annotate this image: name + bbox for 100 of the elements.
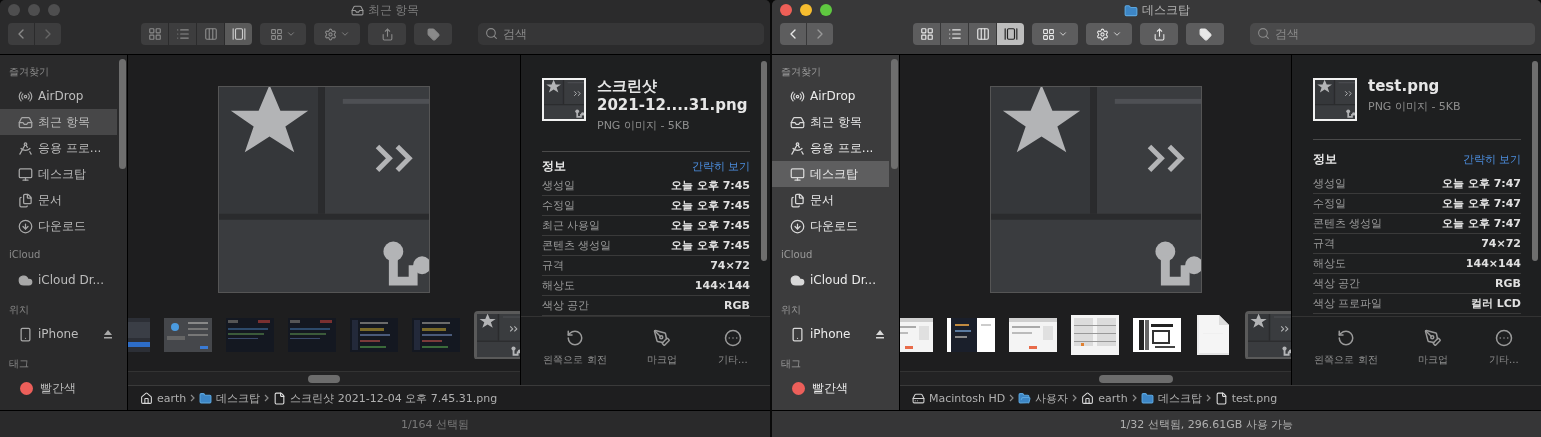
sidebar-label: 문서 [810, 191, 835, 209]
sidebar-label: 최근 항목 [38, 113, 91, 131]
scrollbar-thumb[interactable] [1098, 374, 1173, 383]
sidebar-item[interactable]: 문서 [772, 187, 889, 213]
tray-icon [18, 114, 33, 130]
close-button[interactable] [780, 4, 792, 16]
file-type: PNG 이미지 - 5KB [597, 118, 691, 133]
sidebar-heading: 위치 [780, 303, 802, 317]
action-button[interactable]: 기타... [1489, 329, 1519, 371]
info-value: 오늘 오후 7:47 [1441, 176, 1521, 191]
path-item[interactable]: 데스크탑 [216, 390, 261, 406]
sidebar-label: 다운로드 [38, 217, 87, 235]
view-mode-button[interactable] [941, 23, 968, 45]
scrollbar-thumb[interactable] [308, 374, 340, 383]
thumbnail[interactable] [1245, 311, 1291, 360]
thumbnail[interactable] [1133, 318, 1181, 353]
show-less-link[interactable]: 간략히 보기 [691, 158, 750, 174]
eject-icon[interactable] [875, 329, 885, 339]
sidebar-item[interactable]: iPhone [772, 321, 889, 347]
search-field[interactable]: 검색 [1250, 23, 1535, 45]
action-button[interactable]: 왼쪽으로 회전 [1314, 329, 1378, 371]
sidebar-item[interactable]: 최근 항목 [0, 109, 117, 135]
folder-icon [199, 391, 213, 405]
sidebar-item[interactable]: 데스크탑 [0, 161, 117, 187]
view-mode-button[interactable] [225, 23, 252, 45]
sidebar-item[interactable]: 다운로드 [772, 213, 889, 239]
back-button[interactable] [780, 23, 806, 45]
group-button[interactable] [1032, 23, 1078, 45]
scrollbar-thumb[interactable] [761, 61, 767, 261]
thumbnail[interactable] [1195, 313, 1231, 358]
sidebar-item[interactable]: 문서 [0, 187, 117, 213]
scrollbar-thumb[interactable] [118, 59, 126, 169]
path-item[interactable]: 스크린샷 2021-12-04 오후 7.45.31.png [290, 390, 498, 406]
monitor-icon [18, 166, 33, 182]
thumbnail[interactable] [1009, 318, 1057, 353]
info-label: 색상 공간 [1313, 276, 1361, 291]
sidebar-item[interactable]: 빨간색 [0, 375, 117, 401]
view-mode-button[interactable] [969, 23, 996, 45]
scrollbar-thumb[interactable] [1532, 61, 1538, 261]
action-button[interactable]: 마크업 [1418, 329, 1449, 371]
back-button[interactable] [8, 23, 34, 45]
show-less-link[interactable]: 간략히 보기 [1462, 151, 1521, 167]
view-mode-button[interactable] [997, 23, 1024, 45]
action-button[interactable]: 마크업 [647, 329, 678, 371]
sidebar-item[interactable]: 데스크탑 [772, 161, 889, 187]
tag-button[interactable] [1186, 23, 1224, 45]
view-mode-button[interactable] [913, 23, 940, 45]
zoom-button[interactable] [820, 4, 832, 16]
sidebar-item[interactable]: AirDrop [0, 83, 117, 109]
sidebar-item[interactable]: 최근 항목 [772, 109, 889, 135]
sidebar-item[interactable]: 빨간색 [772, 375, 889, 401]
info-value: 144×144 [1465, 257, 1521, 270]
sidebar-item[interactable]: 응용 프로... [0, 135, 117, 161]
sidebar-item[interactable]: AirDrop [772, 83, 889, 109]
tag-button[interactable] [414, 23, 452, 45]
eject-icon[interactable] [103, 329, 113, 339]
action-button[interactable]: 왼쪽으로 회전 [543, 329, 607, 371]
chevron-icon [264, 394, 270, 402]
thumbnail[interactable] [350, 318, 398, 353]
folder-icon [1140, 391, 1154, 405]
path-item[interactable]: earth [157, 391, 187, 405]
gallery-icon [1003, 27, 1018, 41]
thumbnail[interactable] [1071, 315, 1119, 356]
tag-icon [426, 27, 440, 41]
thumbnail[interactable] [947, 318, 995, 353]
sidebar-item[interactable]: 응용 프로... [772, 135, 889, 161]
path-item[interactable]: 사용자 [1035, 390, 1069, 406]
info-label: 수정일 [542, 198, 575, 213]
thumbnail[interactable] [288, 318, 336, 353]
thumbnail[interactable] [226, 318, 274, 353]
sidebar-item[interactable]: iCloud Dr... [772, 267, 889, 293]
group-button[interactable] [260, 23, 306, 45]
path-item[interactable]: 데스크탑 [1157, 390, 1202, 406]
sidebar-item[interactable]: 다운로드 [0, 213, 117, 239]
scrollbar-thumb[interactable] [890, 59, 898, 169]
sidebar-label: 빨간색 [812, 379, 849, 397]
path-item[interactable]: test.png [1231, 391, 1278, 405]
thumbnail[interactable] [164, 318, 212, 353]
info-label: 규격 [1313, 236, 1335, 251]
thumbnail[interactable] [474, 311, 520, 360]
path-item[interactable]: earth [1098, 391, 1128, 405]
cloud-icon [18, 272, 33, 288]
minimize-button[interactable] [800, 4, 812, 16]
sidebar-label: 빨간색 [40, 379, 77, 397]
action-button[interactable] [314, 23, 360, 45]
action-button[interactable]: 기타... [718, 329, 748, 371]
share-button[interactable] [368, 23, 406, 45]
action-button[interactable] [1086, 23, 1132, 45]
thumbnail[interactable] [900, 318, 933, 353]
settings-icon [1096, 27, 1109, 41]
thumbnail[interactable] [412, 318, 460, 353]
chevron-icon [1009, 394, 1015, 402]
sidebar-item[interactable]: iCloud Dr... [0, 267, 117, 293]
search-field[interactable]: 검색 [478, 23, 764, 45]
share-button[interactable] [1140, 23, 1178, 45]
sidebar-label: 다운로드 [810, 217, 859, 235]
path-item[interactable]: Macintosh HD [929, 391, 1006, 405]
sidebar-item[interactable]: iPhone [0, 321, 117, 347]
folder-icon [1123, 3, 1138, 18]
settings-icon [324, 27, 337, 41]
